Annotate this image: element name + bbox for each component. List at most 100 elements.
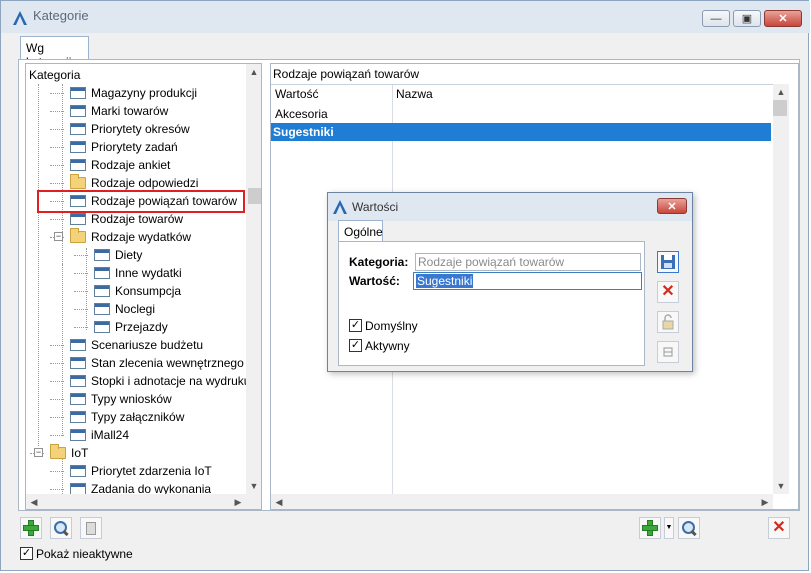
close-icon: ✕ (661, 283, 675, 300)
tree-item[interactable]: Konsumpcja (26, 282, 246, 300)
folder-icon (70, 174, 86, 189)
tree-item-label: IoT (71, 446, 89, 460)
default-checkbox[interactable]: ✓ (349, 319, 362, 332)
checkbox-box[interactable]: ✓ (349, 319, 362, 332)
column-header-wartosc[interactable]: Wartość (275, 85, 319, 103)
tree-item-label: Priorytety okresów (91, 122, 190, 136)
plus-icon (23, 520, 39, 536)
grid-vertical-scrollbar[interactable]: ▲ ▼ (773, 84, 789, 494)
tree-scroll-thumb[interactable] (248, 188, 261, 204)
search-button[interactable] (50, 517, 72, 539)
highlight-box (37, 190, 245, 213)
folder-icon (70, 228, 86, 243)
show-inactive-checkbox[interactable]: ✓ (20, 547, 33, 560)
tree-item[interactable]: Stopki i adnotacje na wydruku (26, 372, 250, 390)
tree-item-label: Priorytet zdarzenia IoT (91, 464, 212, 478)
values-dialog: Wartości ✕ Ogólne Kategoria: Rodzaje pow… (327, 192, 693, 372)
tree-horizontal-scrollbar[interactable]: ◀ ▶ (26, 494, 261, 509)
grid-scroll-thumb[interactable] (773, 100, 787, 116)
app-logo-icon (333, 200, 347, 214)
row-value: Sugestniki (273, 125, 334, 139)
search-value-button[interactable] (678, 517, 700, 539)
tree-item[interactable]: Marki towarów (26, 102, 246, 120)
window-icon (70, 87, 86, 99)
category-tree: Kategoria Magazyny produkcji Marki towaró… (25, 63, 262, 510)
tree-item-label: Magazyny produkcji (91, 86, 198, 100)
grid-caption: Rodzaje powiązań towarów (273, 67, 420, 81)
tree-item-label: Marki towarów (91, 104, 169, 118)
checkbox-box[interactable]: ✓ (20, 547, 33, 560)
scroll-right-icon[interactable]: ▶ (757, 494, 773, 509)
tree-item[interactable]: Priorytety zadań (26, 138, 246, 156)
add-button[interactable] (20, 517, 42, 539)
window-icon (94, 249, 110, 261)
restore-button[interactable]: ▣ (733, 10, 761, 27)
scroll-left-icon[interactable]: ◀ (26, 494, 42, 509)
category-field: Rodzaje powiązań towarów (415, 253, 641, 271)
tree-item[interactable]: Scenariusze budżetu (26, 336, 246, 354)
cancel-button[interactable]: ✕ (657, 281, 679, 303)
tree-vertical-scrollbar[interactable]: ▲ ▼ (246, 64, 261, 494)
add-dropdown-button[interactable]: ▼ (664, 517, 674, 539)
tree-item[interactable]: Magazyny produkcji (26, 84, 246, 102)
active-label: Aktywny (365, 339, 410, 353)
add-value-button[interactable] (639, 517, 661, 539)
minimize-button[interactable]: — (702, 10, 730, 27)
close-window-button[interactable]: ✕ (768, 517, 790, 539)
checkbox-box[interactable]: ✓ (349, 339, 362, 352)
scroll-right-icon[interactable]: ▶ (230, 494, 246, 509)
table-row-selected[interactable]: Sugestniki (271, 123, 771, 141)
delete-button[interactable] (80, 517, 102, 539)
active-checkbox[interactable]: ✓ (349, 339, 362, 352)
tree-item[interactable]: Noclegi (26, 300, 246, 318)
tab-ogolne[interactable]: Ogólne (338, 220, 383, 242)
tree-item[interactable]: Priorytety okresów (26, 120, 246, 138)
dialog-close-button[interactable]: ✕ (657, 198, 687, 214)
scroll-up-icon[interactable]: ▲ (246, 64, 261, 80)
unlock-button[interactable] (657, 311, 679, 333)
tree-item[interactable]: Typy załączników (26, 408, 246, 426)
grid-horizontal-scrollbar[interactable]: ◀ ▶ (271, 494, 773, 509)
grid-header-row: Wartość Nazwa (271, 85, 771, 103)
tree-item[interactable]: Diety (26, 246, 246, 264)
tree-item[interactable]: iMall24 (26, 426, 246, 444)
tree-item-label: Typy wniosków (91, 392, 172, 406)
value-input[interactable]: Sugestniki (413, 272, 642, 290)
window-icon (70, 393, 86, 405)
window-icon (70, 411, 86, 423)
save-button[interactable] (657, 251, 679, 273)
column-header-nazwa[interactable]: Nazwa (396, 85, 433, 103)
tree-header: Kategoria (29, 68, 81, 82)
tab-wg-kategorii[interactable]: Wg kategorii (20, 36, 89, 69)
tree-item[interactable]: − IoT (26, 444, 246, 462)
tree-item[interactable]: Rodzaje ankiet (26, 156, 246, 174)
close-button[interactable]: ✕ (764, 10, 802, 27)
lock-icon (662, 314, 674, 330)
attach-button[interactable] (657, 341, 679, 363)
scroll-down-icon[interactable]: ▼ (773, 478, 789, 494)
table-row[interactable]: Akcesoria (271, 105, 771, 123)
window-icon (94, 303, 110, 315)
tree-item[interactable]: Inne wydatki (26, 264, 246, 282)
collapse-icon[interactable]: − (54, 232, 63, 241)
scroll-up-icon[interactable]: ▲ (773, 84, 789, 100)
tree-item[interactable]: − Rodzaje wydatków (26, 228, 246, 246)
tree-item[interactable]: Przejazdy (26, 318, 246, 336)
category-label: Kategoria: (349, 255, 409, 269)
window-icon (94, 267, 110, 279)
window-icon (70, 159, 86, 171)
search-icon (54, 521, 68, 535)
tree-item-label: Konsumpcja (115, 284, 182, 298)
window-icon (70, 357, 86, 369)
scroll-left-icon[interactable]: ◀ (271, 494, 287, 509)
title-bar: Kategorie — ▣ ✕ (1, 1, 810, 33)
tree-item-label: Stopki i adnotacje na wydruku (91, 374, 251, 388)
tree-item-label: Stan zlecenia wewnętrznego (91, 356, 244, 370)
folder-icon (50, 444, 66, 459)
collapse-icon[interactable]: − (34, 448, 43, 457)
tree-item[interactable]: Stan zlecenia wewnętrznego (26, 354, 246, 372)
scroll-down-icon[interactable]: ▼ (246, 478, 261, 494)
tree-item-label: Priorytety zadań (91, 140, 178, 154)
tree-item[interactable]: Typy wniosków (26, 390, 246, 408)
tree-item[interactable]: Priorytet zdarzenia IoT (26, 462, 246, 480)
